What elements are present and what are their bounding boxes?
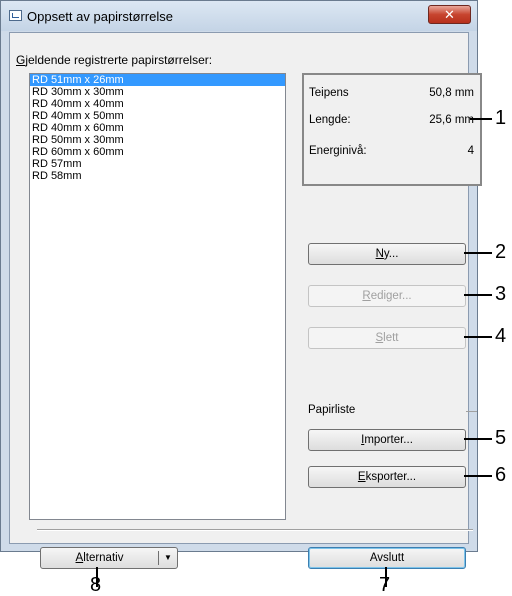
callout-number-4: 4: [495, 325, 507, 347]
list-item[interactable]: RD 30mm x 30mm: [30, 86, 285, 98]
export-button[interactable]: Eksporter...: [308, 466, 466, 488]
callout-number-6: 6: [495, 464, 507, 486]
callout-line-4: [464, 336, 492, 338]
dialog-client-area: Gjeldende registrerte papirstørrelser: R…: [9, 32, 482, 569]
title-bar[interactable]: Oppsett av papirstørrelse ✕: [1, 1, 477, 31]
app-icon: [9, 10, 22, 21]
callout-number-7: 7: [379, 574, 391, 596]
button-label: lett: [383, 332, 399, 344]
delete-button[interactable]: Slett: [308, 327, 466, 349]
exit-button[interactable]: Avslutt: [308, 547, 466, 569]
callout-number-1: 1: [495, 107, 507, 129]
callout-number-8: 8: [90, 574, 102, 596]
button-label: mporter...: [364, 434, 413, 446]
edit-button[interactable]: Rediger...: [308, 285, 466, 307]
list-item[interactable]: RD 40mm x 50mm: [30, 110, 285, 122]
button-label: lternativ: [83, 552, 124, 564]
callout-number-5: 5: [495, 427, 507, 449]
info-label: Lengde:: [309, 114, 351, 126]
list-item[interactable]: RD 50mm x 30mm: [30, 134, 285, 146]
callout-line-1: [470, 118, 492, 120]
label-rest: jeldende registrerte papirstørrelser:: [25, 53, 213, 67]
button-mnemonic: N: [375, 248, 384, 260]
info-value: 25,6 mm: [429, 114, 474, 126]
label-mnemonic: G: [16, 53, 26, 67]
button-mnemonic: R: [362, 290, 371, 302]
paper-list-separator: [466, 411, 477, 412]
options-split-button[interactable]: Alternativ ▼: [40, 547, 178, 569]
footer-separator: [37, 529, 473, 531]
info-value: 4: [467, 145, 474, 157]
window-title: Oppsett av papirstørrelse: [27, 9, 173, 24]
callout-line-2: [464, 252, 492, 254]
list-item[interactable]: RD 40mm x 40mm: [30, 98, 285, 110]
callout-line-6: [464, 475, 492, 477]
import-button[interactable]: Importer...: [308, 429, 466, 451]
info-value: 50,8 mm: [429, 87, 474, 99]
callout-line-5: [464, 438, 492, 440]
list-item[interactable]: RD 51mm x 26mm: [30, 74, 285, 86]
info-label: Energinivå:: [309, 145, 367, 157]
options-button[interactable]: Alternativ: [41, 548, 158, 568]
list-item[interactable]: RD 40mm x 60mm: [30, 122, 285, 134]
paper-size-dialog: Oppsett av papirstørrelse ✕ Gjeldende re…: [0, 0, 482, 569]
button-label: ediger...: [370, 290, 412, 302]
button-label: y...: [383, 248, 399, 260]
button-mnemonic: S: [375, 332, 384, 344]
list-item[interactable]: RD 58mm: [30, 170, 285, 182]
info-row-length: Lengde: 25,6 mm: [309, 114, 474, 130]
paper-info-panel: Teipens 50,8 mm Lengde: 25,6 mm Energini…: [302, 73, 482, 186]
new-button[interactable]: Ny...: [308, 243, 466, 265]
list-item[interactable]: RD 60mm x 60mm: [30, 146, 285, 158]
callout-line-3: [464, 294, 492, 296]
button-mnemonic: E: [357, 471, 366, 483]
paper-list-label: Papirliste: [308, 404, 356, 416]
button-label: ksporter...: [365, 471, 417, 483]
chevron-down-icon[interactable]: ▼: [159, 548, 177, 568]
info-row-width: Teipens 50,8 mm: [309, 87, 474, 103]
info-row-energy: Energinivå: 4: [309, 145, 474, 161]
registered-sizes-label: Gjeldende registrerte papirstørrelser:: [16, 53, 212, 67]
callout-number-2: 2: [495, 241, 507, 263]
close-button[interactable]: ✕: [428, 5, 471, 24]
info-label: Teipens: [309, 87, 349, 99]
close-icon: ✕: [444, 7, 455, 22]
list-item[interactable]: RD 57mm: [30, 158, 285, 170]
paper-size-list[interactable]: RD 51mm x 26mm RD 30mm x 30mm RD 40mm x 40…: [29, 73, 286, 520]
callout-number-3: 3: [495, 283, 507, 305]
